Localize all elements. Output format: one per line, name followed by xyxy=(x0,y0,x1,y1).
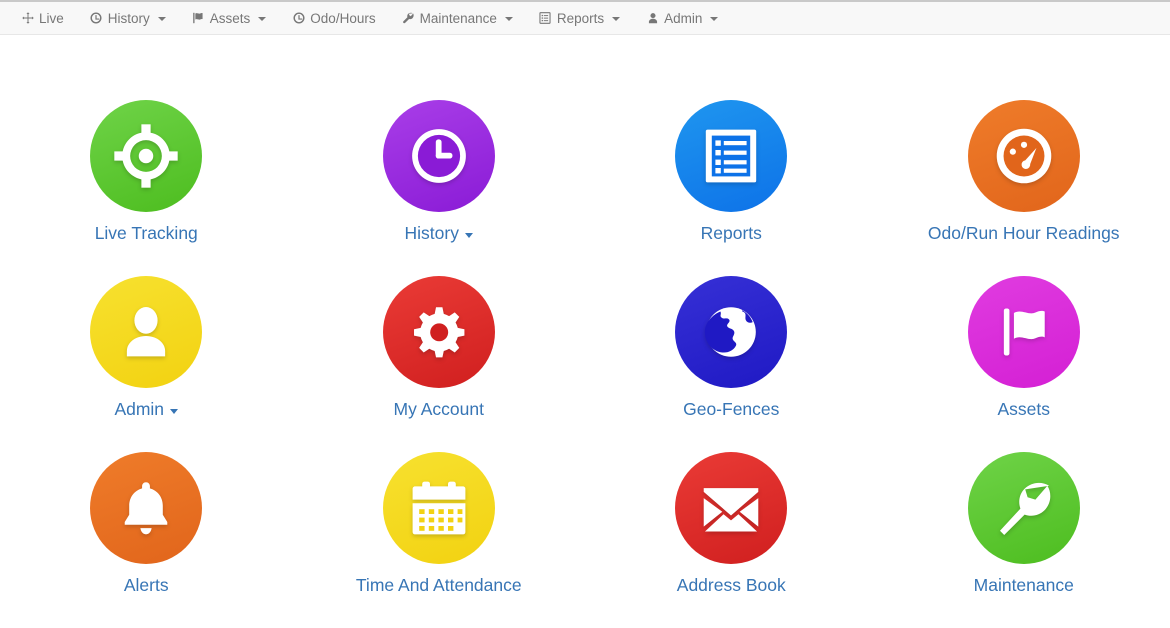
tile-label-wrap: Admin xyxy=(114,401,178,419)
nav-item-label: Reports xyxy=(557,11,604,26)
globe-icon xyxy=(700,301,762,363)
tile-reports[interactable]: Reports xyxy=(585,100,878,276)
tile-label-wrap: Reports xyxy=(701,225,762,243)
chevron-down-icon xyxy=(612,17,620,21)
tile-geo-fences[interactable]: Geo-Fences xyxy=(585,276,878,452)
chevron-down-icon xyxy=(170,409,178,414)
envelope-icon xyxy=(700,477,762,539)
tile-label: Time And Attendance xyxy=(356,577,522,595)
tile-live-tracking[interactable]: Live Tracking xyxy=(0,100,293,276)
crosshairs-icon xyxy=(113,123,179,189)
tile-label: Admin xyxy=(114,401,164,419)
clock-icon xyxy=(407,124,471,188)
bell-icon xyxy=(118,480,174,536)
flag-icon xyxy=(192,12,205,25)
tile-address-book[interactable]: Address Book xyxy=(585,452,878,628)
clock-icon xyxy=(90,12,103,25)
tile-label-wrap: Maintenance xyxy=(974,577,1074,595)
tile-odo-run-hour-readings[interactable]: Odo/Run Hour Readings xyxy=(878,100,1170,276)
tile-icon-circle xyxy=(968,100,1080,212)
tile-label-wrap: Geo-Fences xyxy=(683,401,779,419)
nav-item-assets[interactable]: Assets xyxy=(179,2,280,35)
tile-icon-circle xyxy=(90,276,202,388)
chevron-down-icon xyxy=(158,17,166,21)
tile-admin[interactable]: Admin xyxy=(0,276,293,452)
calendar-icon xyxy=(409,478,469,538)
list-icon xyxy=(539,12,552,25)
nav-item-maintenance[interactable]: Maintenance xyxy=(389,2,526,35)
user-icon xyxy=(646,12,659,25)
tile-icon-circle xyxy=(90,452,202,564)
tile-label: Odo/Run Hour Readings xyxy=(928,225,1120,243)
nav-item-history[interactable]: History xyxy=(77,2,179,35)
wrench-icon xyxy=(402,12,415,25)
nav-item-label: Assets xyxy=(210,11,251,26)
tile-label-wrap: Assets xyxy=(997,401,1050,419)
tile-time-and-attendance[interactable]: Time And Attendance xyxy=(293,452,586,628)
tile-label: History xyxy=(405,225,459,243)
tile-maintenance[interactable]: Maintenance xyxy=(878,452,1170,628)
tachometer-icon xyxy=(993,125,1055,187)
tile-label: Maintenance xyxy=(974,577,1074,595)
user-icon xyxy=(117,303,175,361)
nav-item-label: Live xyxy=(39,11,64,26)
chevron-down-icon xyxy=(465,233,473,238)
clock-icon xyxy=(292,12,305,25)
tile-label-wrap: Alerts xyxy=(124,577,169,595)
list-icon xyxy=(701,126,761,186)
chevron-down-icon xyxy=(258,17,266,21)
nav-item-label: Admin xyxy=(664,11,702,26)
move-arrows-icon xyxy=(21,12,34,25)
tile-label: Assets xyxy=(997,401,1050,419)
tile-alerts[interactable]: Alerts xyxy=(0,452,293,628)
tile-label: Alerts xyxy=(124,577,169,595)
tile-icon-circle xyxy=(383,276,495,388)
tile-icon-circle xyxy=(675,452,787,564)
nav-item-live[interactable]: Live xyxy=(8,2,77,35)
tile-icon-circle xyxy=(675,276,787,388)
tile-icon-circle xyxy=(968,276,1080,388)
tile-label-wrap: Time And Attendance xyxy=(356,577,522,595)
tile-label-wrap: Live Tracking xyxy=(95,225,198,243)
tile-label: Reports xyxy=(701,225,762,243)
nav-item-reports[interactable]: Reports xyxy=(526,2,633,35)
chevron-down-icon xyxy=(505,17,513,21)
nav-item-label: Maintenance xyxy=(420,11,497,26)
tile-icon-circle xyxy=(90,100,202,212)
tile-label-wrap: Address Book xyxy=(677,577,786,595)
nav-item-odo-hours[interactable]: Odo/Hours xyxy=(279,2,388,35)
tile-history[interactable]: History xyxy=(293,100,586,276)
tile-icon-circle xyxy=(968,452,1080,564)
tile-my-account[interactable]: My Account xyxy=(293,276,586,452)
tile-label-wrap: Odo/Run Hour Readings xyxy=(928,225,1120,243)
nav-item-label: Odo/Hours xyxy=(310,11,375,26)
tile-label-wrap: My Account xyxy=(394,401,484,419)
tile-label: My Account xyxy=(394,401,484,419)
tile-assets[interactable]: Assets xyxy=(878,276,1170,452)
wrench-icon xyxy=(994,478,1054,538)
chevron-down-icon xyxy=(710,17,718,21)
tile-icon-circle xyxy=(383,452,495,564)
tile-label: Address Book xyxy=(677,577,786,595)
flag-icon xyxy=(996,304,1052,360)
nav-item-label: History xyxy=(108,11,150,26)
dashboard-tile-grid: Live Tracking History Reports Odo/Run Hour … xyxy=(0,35,1170,628)
gear-icon xyxy=(408,301,470,363)
tile-label-wrap: History xyxy=(405,225,473,243)
tile-icon-circle xyxy=(383,100,495,212)
tile-label: Geo-Fences xyxy=(683,401,779,419)
top-navbar: Live History Assets Odo/Hours Maintenance Rep… xyxy=(0,0,1170,35)
tile-icon-circle xyxy=(675,100,787,212)
tile-label: Live Tracking xyxy=(95,225,198,243)
nav-item-admin[interactable]: Admin xyxy=(633,2,731,35)
